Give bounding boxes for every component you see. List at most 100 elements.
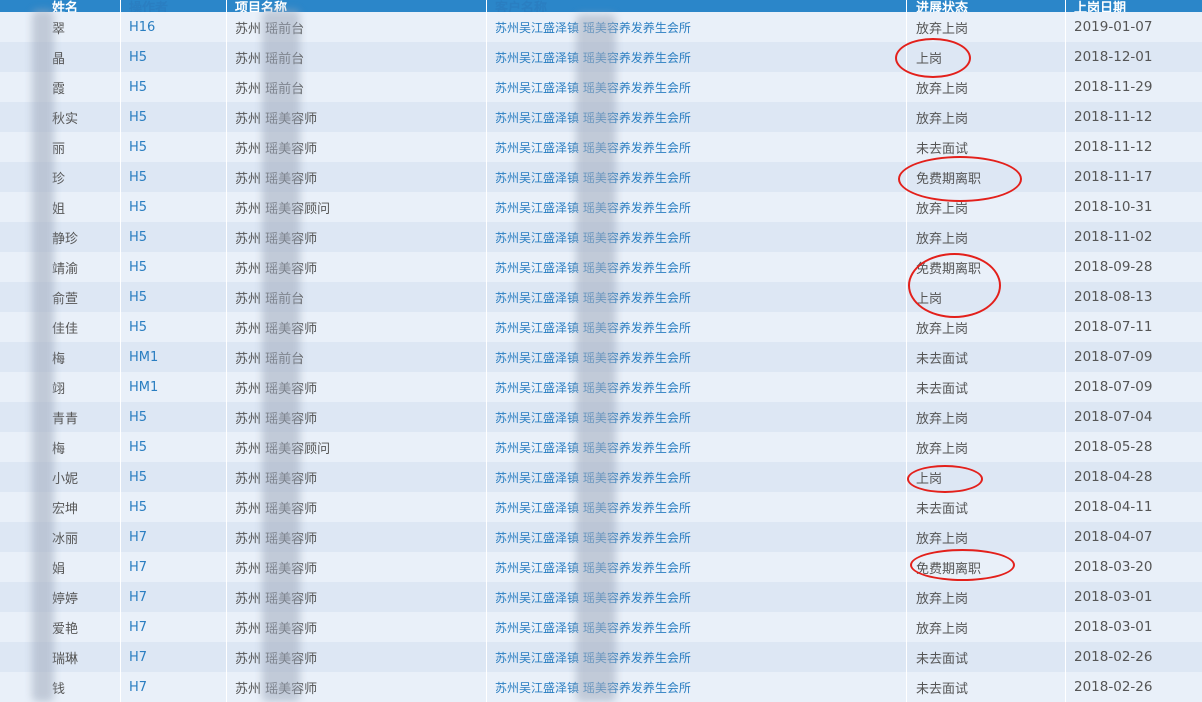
cell-name: 冰丽 — [0, 522, 121, 552]
cell-client[interactable]: 苏州吴江盛泽镇 瑶美容养发养生会所 — [487, 312, 907, 342]
client-blur — [576, 14, 616, 702]
header-client[interactable]: 客户名称 — [487, 0, 907, 12]
cell-operator[interactable]: H5 — [121, 432, 227, 462]
project-blur — [262, 10, 300, 702]
cell-name: 秋实 — [0, 102, 121, 132]
table-header: 姓名 操作者 项目名称 客户名称 进展状态 上岗日期 — [0, 0, 1202, 12]
cell-client[interactable]: 苏州吴江盛泽镇 瑶美容养发养生会所 — [487, 192, 907, 222]
cell-client[interactable]: 苏州吴江盛泽镇 瑶美容养发养生会所 — [487, 372, 907, 402]
cell-name: 晶 — [0, 42, 121, 72]
cell-date: 2018-03-01 — [1074, 619, 1153, 635]
cell-name: 爱艳 — [0, 612, 121, 642]
cell-client[interactable]: 苏州吴江盛泽镇 瑶美容养发养生会所 — [487, 12, 907, 42]
cell-status: 未去面试 — [907, 642, 1066, 672]
cell-operator[interactable]: H5 — [121, 492, 227, 522]
cell-client[interactable]: 苏州吴江盛泽镇 瑶美容养发养生会所 — [487, 162, 907, 192]
cell-client[interactable]: 苏州吴江盛泽镇 瑶美容养发养生会所 — [487, 72, 907, 102]
cell-status: 未去面试 — [907, 492, 1066, 522]
cell-status: 放弃上岗 — [907, 582, 1066, 612]
cell-date: 2018-02-26 — [1074, 679, 1153, 695]
cell-client[interactable]: 苏州吴江盛泽镇 瑶美容养发养生会所 — [487, 642, 907, 672]
header-status[interactable]: 进展状态 — [907, 0, 1066, 12]
cell-operator[interactable]: H5 — [121, 192, 227, 222]
cell-date: 2018-03-01 — [1074, 589, 1153, 605]
cell-name: 梅 — [0, 432, 121, 462]
cell-operator[interactable]: H5 — [121, 132, 227, 162]
cell-date: 2018-05-28 — [1074, 439, 1153, 455]
cell-operator[interactable]: H5 — [121, 312, 227, 342]
cell-operator[interactable]: H7 — [121, 672, 227, 702]
cell-client[interactable]: 苏州吴江盛泽镇 瑶美容养发养生会所 — [487, 42, 907, 72]
cell-client[interactable]: 苏州吴江盛泽镇 瑶美容养发养生会所 — [487, 552, 907, 582]
cell-operator[interactable]: H7 — [121, 522, 227, 552]
cell-name: 宏坤 — [0, 492, 121, 522]
cell-client[interactable]: 苏州吴江盛泽镇 瑶美容养发养生会所 — [487, 462, 907, 492]
cell-operator[interactable]: H16 — [121, 12, 227, 42]
cell-operator[interactable]: H5 — [121, 402, 227, 432]
cell-operator[interactable]: HM1 — [121, 342, 227, 372]
cell-name: 娟 — [0, 552, 121, 582]
cell-client[interactable]: 苏州吴江盛泽镇 瑶美容养发养生会所 — [487, 252, 907, 282]
cell-client[interactable]: 苏州吴江盛泽镇 瑶美容养发养生会所 — [487, 612, 907, 642]
cell-operator[interactable]: H5 — [121, 462, 227, 492]
cell-date: 2018-07-09 — [1074, 349, 1153, 365]
cell-date: 2018-08-13 — [1074, 289, 1153, 305]
header-name[interactable]: 姓名 — [0, 0, 121, 12]
cell-status: 放弃上岗 — [907, 612, 1066, 642]
cell-name: 梅 — [0, 342, 121, 372]
cell-date: 2018-07-11 — [1074, 319, 1153, 335]
cell-client[interactable]: 苏州吴江盛泽镇 瑶美容养发养生会所 — [487, 522, 907, 552]
cell-client[interactable]: 苏州吴江盛泽镇 瑶美容养发养生会所 — [487, 222, 907, 252]
cell-operator[interactable]: H7 — [121, 582, 227, 612]
cell-status: 未去面试 — [907, 342, 1066, 372]
cell-name: 霞 — [0, 72, 121, 102]
cell-name: 姐 — [0, 192, 121, 222]
cell-date: 2018-07-04 — [1074, 409, 1153, 425]
cell-operator[interactable]: HM1 — [121, 372, 227, 402]
header-operator[interactable]: 操作者 — [121, 0, 227, 12]
cell-date: 2018-03-20 — [1074, 559, 1153, 575]
annotation-circle — [910, 549, 1015, 581]
cell-name: 静珍 — [0, 222, 121, 252]
cell-name: 瑞琳 — [0, 642, 121, 672]
cell-date: 2019-01-07 — [1074, 19, 1153, 35]
cell-status: 放弃上岗 — [907, 402, 1066, 432]
cell-name: 翠 — [0, 12, 121, 42]
cell-operator[interactable]: H5 — [121, 162, 227, 192]
cell-date: 2018-09-28 — [1074, 259, 1153, 275]
cell-date: 2018-10-31 — [1074, 199, 1153, 215]
cell-status: 未去面试 — [907, 672, 1066, 702]
cell-name: 珍 — [0, 162, 121, 192]
cell-date: 2018-07-09 — [1074, 379, 1153, 395]
cell-client[interactable]: 苏州吴江盛泽镇 瑶美容养发养生会所 — [487, 432, 907, 462]
cell-name: 钱 — [0, 672, 121, 702]
cell-operator[interactable]: H5 — [121, 102, 227, 132]
cell-name: 翊 — [0, 372, 121, 402]
cell-operator[interactable]: H7 — [121, 642, 227, 672]
cell-client[interactable]: 苏州吴江盛泽镇 瑶美容养发养生会所 — [487, 132, 907, 162]
annotation-circle — [895, 38, 971, 78]
cell-operator[interactable]: H7 — [121, 612, 227, 642]
annotation-circle — [908, 253, 1001, 318]
cell-date: 2018-04-28 — [1074, 469, 1153, 485]
header-date[interactable]: 上岗日期 — [1066, 0, 1202, 12]
cell-client[interactable]: 苏州吴江盛泽镇 瑶美容养发养生会所 — [487, 102, 907, 132]
cell-status: 放弃上岗 — [907, 312, 1066, 342]
cell-operator[interactable]: H5 — [121, 222, 227, 252]
cell-client[interactable]: 苏州吴江盛泽镇 瑶美容养发养生会所 — [487, 672, 907, 702]
cell-client[interactable]: 苏州吴江盛泽镇 瑶美容养发养生会所 — [487, 282, 907, 312]
cell-operator[interactable]: H5 — [121, 252, 227, 282]
cell-client[interactable]: 苏州吴江盛泽镇 瑶美容养发养生会所 — [487, 492, 907, 522]
cell-name: 靖渝 — [0, 252, 121, 282]
cell-date: 2018-11-29 — [1074, 79, 1153, 95]
cell-operator[interactable]: H7 — [121, 552, 227, 582]
annotation-circle — [898, 156, 1022, 202]
cell-client[interactable]: 苏州吴江盛泽镇 瑶美容养发养生会所 — [487, 582, 907, 612]
cell-name: 小妮 — [0, 462, 121, 492]
cell-client[interactable]: 苏州吴江盛泽镇 瑶美容养发养生会所 — [487, 402, 907, 432]
cell-operator[interactable]: H5 — [121, 72, 227, 102]
cell-operator[interactable]: H5 — [121, 42, 227, 72]
cell-client[interactable]: 苏州吴江盛泽镇 瑶美容养发养生会所 — [487, 342, 907, 372]
cell-date: 2018-12-01 — [1074, 49, 1153, 65]
cell-operator[interactable]: H5 — [121, 282, 227, 312]
